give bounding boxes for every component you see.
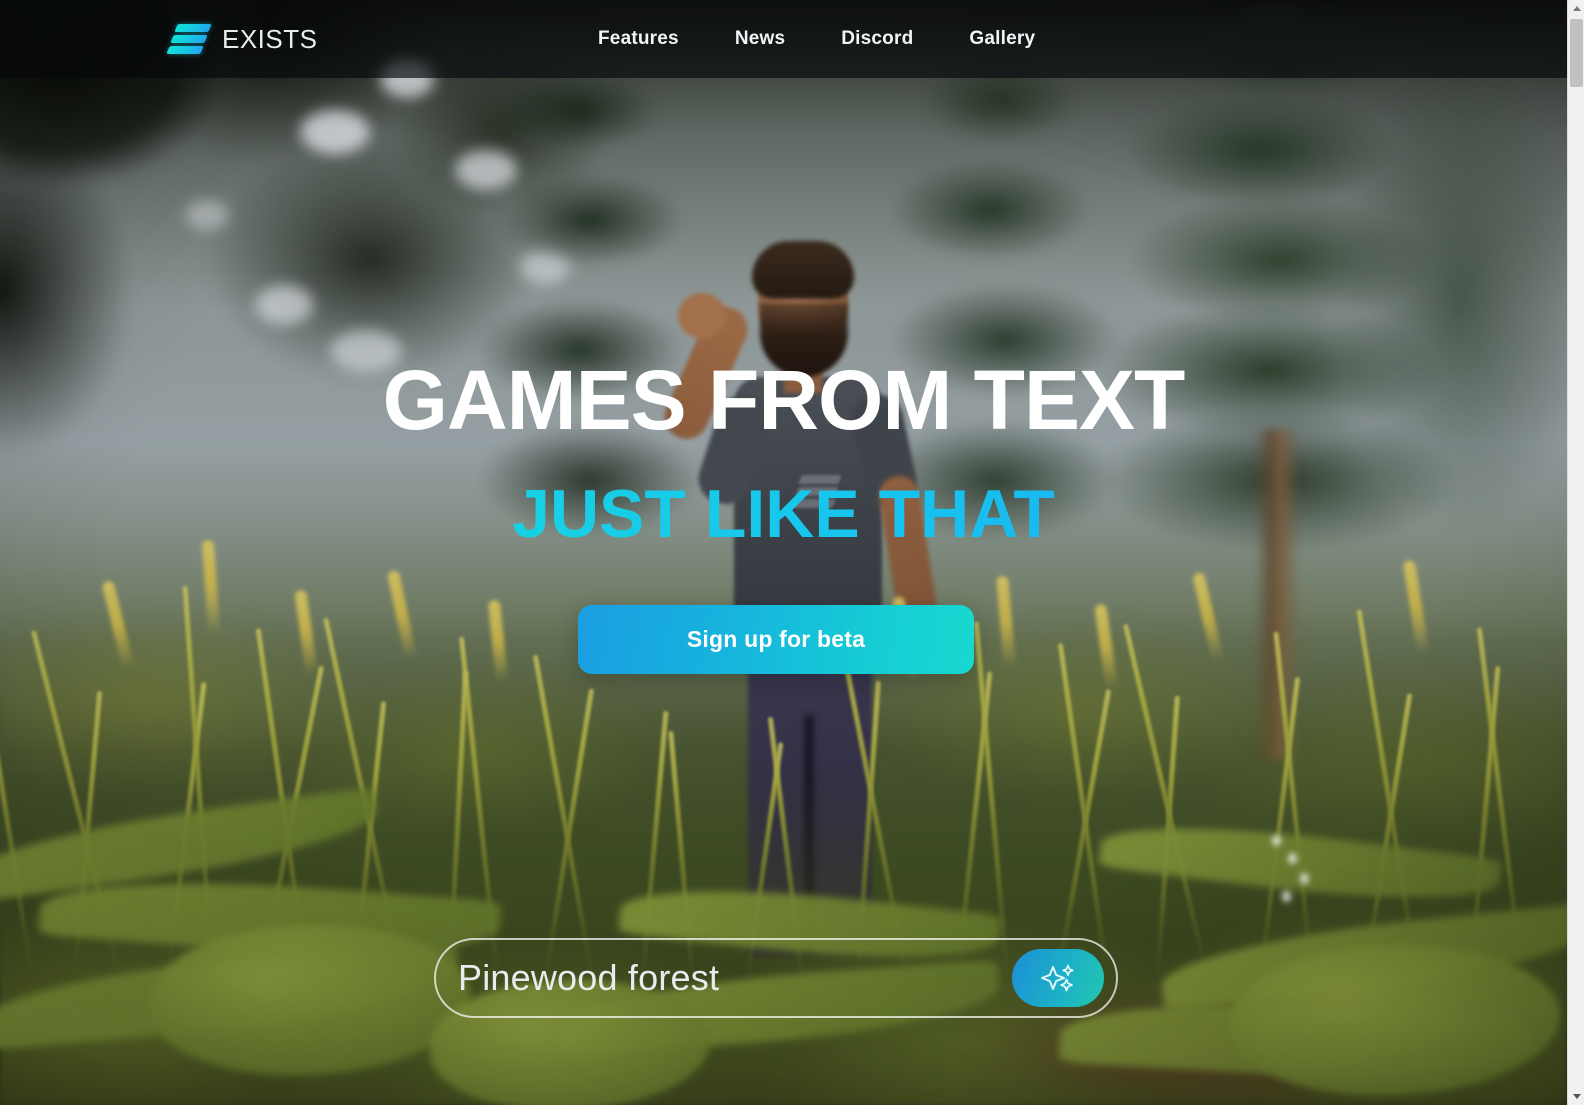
scroll-down-arrow-icon[interactable] — [1568, 1088, 1584, 1105]
exists-logo-bars-icon — [166, 21, 212, 57]
nav-link-features[interactable]: Features — [598, 28, 679, 50]
nav-link-discord[interactable]: Discord — [841, 28, 913, 50]
hero-subheadline: JUST LIKE THAT — [0, 480, 1567, 548]
page-scrollbar[interactable] — [1567, 0, 1584, 1105]
site-header: EXISTS Features News Discord Gallery — [0, 0, 1567, 78]
main-navigation: Features News Discord Gallery — [598, 28, 1035, 50]
nav-link-news[interactable]: News — [735, 28, 785, 50]
sky-gap — [185, 200, 229, 230]
prompt-input[interactable] — [458, 957, 1012, 999]
page-viewport: EXISTS Features News Discord Gallery GAM… — [0, 0, 1567, 1105]
signup-beta-button[interactable]: Sign up for beta — [578, 605, 974, 674]
brand-name: EXISTS — [222, 23, 318, 54]
prompt-bar — [434, 938, 1118, 1018]
scroll-up-arrow-icon[interactable] — [1568, 0, 1584, 17]
hero-headline: GAMES FROM TEXT — [382, 353, 1186, 447]
generate-button[interactable] — [1012, 949, 1104, 1007]
character-left-fist — [678, 293, 726, 339]
sparkle-icon — [1041, 964, 1074, 992]
browser-page: EXISTS Features News Discord Gallery GAM… — [0, 0, 1584, 1105]
sky-gap — [300, 110, 370, 154]
brand-logo[interactable]: EXISTS — [166, 21, 318, 57]
nav-link-gallery[interactable]: Gallery — [969, 28, 1035, 50]
scrollbar-thumb[interactable] — [1570, 19, 1583, 87]
character-hair — [752, 241, 854, 299]
sky-gap — [255, 285, 313, 325]
